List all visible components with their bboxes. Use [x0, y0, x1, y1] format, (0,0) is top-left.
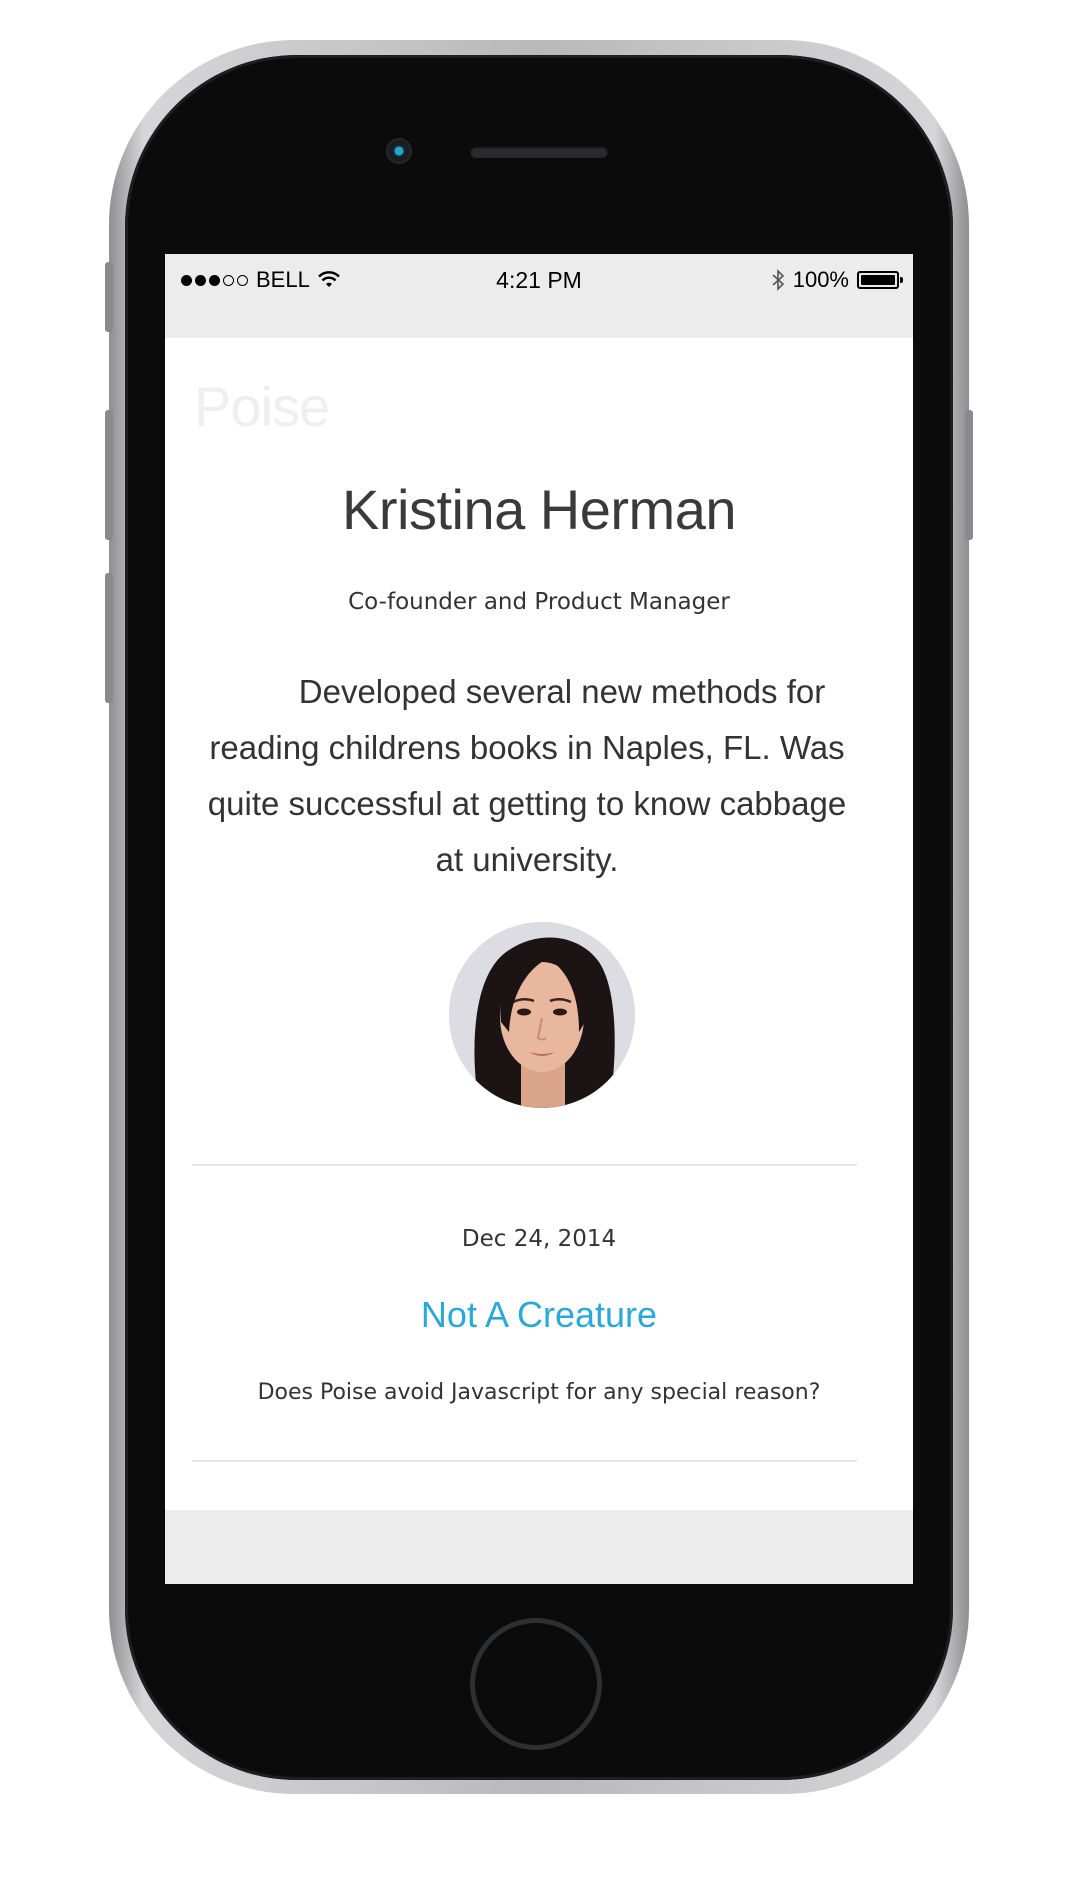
- post-date: Dec 24, 2014: [461, 1226, 617, 1252]
- front-camera: [386, 138, 412, 164]
- divider: [192, 1164, 857, 1166]
- battery-percentage: 100%: [792, 267, 849, 292]
- site-brand[interactable]: Poise: [194, 374, 330, 439]
- screen: BELL 4:21 PM 100% Poise Kristina Herman …: [165, 254, 913, 1584]
- volume-down-button: [105, 573, 113, 703]
- profile-role: Co-founder and Product Manager: [348, 589, 730, 615]
- earpiece-speaker: [470, 146, 608, 158]
- bluetooth-icon: [772, 269, 784, 291]
- volume-up-button: [105, 410, 113, 540]
- post-title-link[interactable]: Not A Creature: [165, 1294, 913, 1336]
- footer: [165, 1510, 913, 1584]
- divider: [192, 1460, 857, 1462]
- status-bar: BELL 4:21 PM 100%: [165, 254, 913, 338]
- home-button[interactable]: [470, 1618, 602, 1750]
- post-excerpt: Does Poise avoid Javascript for any spec…: [257, 1380, 821, 1405]
- battery-icon: [857, 271, 903, 289]
- profile-name: Kristina Herman: [342, 478, 736, 541]
- mute-switch: [105, 262, 113, 332]
- power-button: [965, 410, 973, 540]
- avatar: [449, 922, 635, 1108]
- status-right: 100%: [771, 267, 903, 293]
- profile-bio: Developed several new methods for readin…: [207, 673, 847, 878]
